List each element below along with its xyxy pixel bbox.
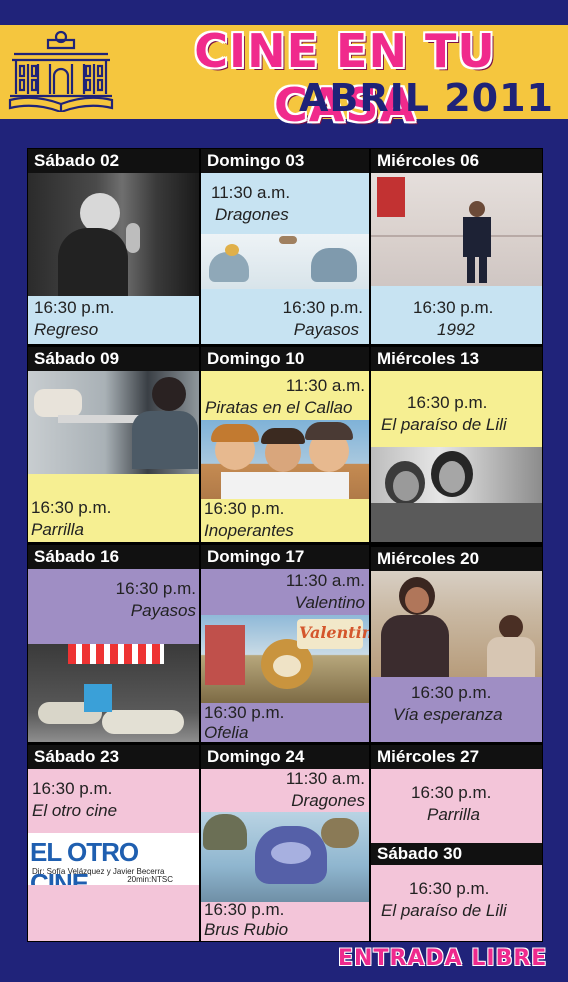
girls-black-white-photo [371, 447, 542, 542]
film-title: Parrilla [427, 805, 480, 824]
day-header: Sábado 02 [28, 149, 199, 173]
screening-time: 16:30 p.m. [204, 703, 285, 722]
screening-block: 16:30 p.m. Parrilla [28, 474, 199, 542]
screening-time: 16:30 p.m. [34, 298, 115, 317]
screening-block: 16:30 p.m. Inoperantes [201, 499, 369, 542]
screening-time-am: 11:30 a.m. [285, 571, 365, 590]
film-title: El paraíso de Lili [381, 415, 507, 434]
schedule-cell-sat-16: Sábado 16 16:30 p.m. Payasos [28, 545, 199, 742]
schoolboy-photo [371, 173, 542, 286]
screening-time-am: 11:30 a.m. [285, 376, 365, 395]
dragon-animation-still [201, 812, 369, 902]
screening-time: 16:30 p.m. [115, 579, 196, 598]
library-building-logo [8, 30, 114, 112]
film-title-am: Dragones [215, 205, 289, 224]
screening-block: 11:30 a.m. Valentino [201, 569, 369, 615]
screening-time: 16:30 p.m. [32, 779, 113, 798]
schedule-cell-sun-17: Domingo 17 11:30 a.m. Valentino Valentin… [201, 545, 369, 742]
film-title: El paraíso de Lili [381, 901, 507, 920]
screening-time: 16:30 p.m. [407, 393, 488, 412]
day-header: Sábado 23 [28, 745, 199, 769]
screening-block: 16:30 p.m. Parrilla [371, 769, 542, 843]
valentino-logo: Valentino [299, 623, 369, 642]
screening-block: 16:30 p.m. El otro cine [28, 769, 199, 833]
film-title: Regreso [34, 320, 99, 339]
screening-block: 16:30 p.m. El paraíso de Lili [371, 371, 542, 447]
screening-block: 11:30 a.m. Dragones [201, 173, 369, 234]
man-at-grill-photo [28, 371, 199, 474]
schedule-cell-wed-13: Miércoles 13 16:30 p.m. El paraíso de Li… [371, 347, 542, 542]
schedule-cell-sun-24: Domingo 24 11:30 a.m. Dragones 16:30 p.m… [201, 745, 369, 941]
screening-time: 16:30 p.m. [204, 900, 285, 919]
schedule-cell-wed-06: Miércoles 06 16:30 p.m. 1992 [371, 149, 542, 344]
screening-block: 16:30 p.m. Ofelia [201, 703, 369, 742]
day-header: Sábado 16 [28, 545, 199, 569]
screening-time-am: 11:30 a.m. [211, 183, 291, 202]
film-title: Ofelia [204, 723, 249, 742]
schedule-cell-sat-09: Sábado 09 16:30 p.m. Parrilla [28, 347, 199, 542]
clown-shoes-photo [28, 644, 199, 742]
screening-time: 16:30 p.m. [411, 783, 492, 802]
film-title: Parrilla [31, 520, 84, 539]
film-title-am: Valentino [294, 593, 365, 612]
film-title: Vía esperanza [393, 705, 503, 724]
screening-block: 16:30 p.m. Vía esperanza [371, 677, 542, 742]
el-otro-cine-card: EL OTRO CINE Dir: Sofía Velázquez y Javi… [28, 833, 199, 898]
screening-time: 16:30 p.m. [409, 879, 490, 898]
page-subtitle: ABRIL 2011 [299, 76, 554, 120]
day-header: Miércoles 27 [371, 745, 542, 769]
day-header: Sábado 09 [28, 347, 199, 371]
film-title: Payasos [130, 601, 196, 620]
film-title-am: Dragones [291, 791, 365, 810]
screening-time: 16:30 p.m. [204, 499, 285, 518]
screening-time-am: 11:30 a.m. [285, 769, 365, 788]
screening-block: 16:30 p.m. El paraíso de Lili [371, 865, 542, 941]
schedule-cell-sat-02: Sábado 02 16:30 p.m. Regreso [28, 149, 199, 344]
schedule-grid: Sábado 02 16:30 p.m. Regreso Domingo 03 … [27, 148, 543, 942]
screening-block: 16:30 p.m. Payasos [28, 569, 199, 644]
day-header: Miércoles 06 [371, 149, 542, 173]
schedule-cell-wed-20: Miércoles 20 16:30 p.m. Vía esperanza [371, 545, 542, 742]
screening-time: 16:30 p.m. [282, 298, 363, 317]
screening-block: 16:30 p.m. Regreso [28, 296, 199, 344]
woman-and-boy-photo [371, 571, 542, 677]
day-header: Miércoles 20 [371, 547, 542, 571]
day-header: Miércoles 13 [371, 347, 542, 371]
screening-time: 16:30 p.m. [31, 498, 112, 517]
card-length: 20min:NTSC [127, 875, 173, 884]
screening-time: 16:30 p.m. [411, 683, 492, 702]
film-title: Brus Rubio [204, 920, 289, 939]
schedule-cell-sun-03: Domingo 03 11:30 a.m. Dragones 16:30 p.m… [201, 149, 369, 344]
film-title: 1992 [437, 320, 475, 339]
screening-block: 16:30 p.m. Brus Rubio [201, 900, 369, 941]
schedule-cell-sat-30: Sábado 30 16:30 p.m. El paraíso de Lili [371, 843, 542, 941]
free-entry-label: ENTRADA LIBRE [338, 946, 548, 971]
film-title: El otro cine [32, 801, 118, 820]
pirates-animation-still [201, 420, 369, 499]
dragons-animation-still [201, 234, 369, 289]
day-header: Domingo 17 [201, 545, 369, 569]
screening-block: 11:30 a.m. Dragones [201, 769, 369, 812]
screening-block: 16:30 p.m. Payasos [201, 289, 369, 344]
schedule-cell-wed-27: Miércoles 27 16:30 p.m. Parrilla [371, 745, 542, 843]
film-title: Inoperantes [204, 521, 294, 540]
schedule-cell-sun-10: Domingo 10 11:30 a.m. Piratas en el Call… [201, 347, 369, 542]
day-header: Domingo 10 [201, 347, 369, 371]
screening-block: 11:30 a.m. Piratas en el Callao [201, 371, 369, 420]
screening-block: 16:30 p.m. 1992 [371, 286, 542, 344]
screening-time: 16:30 p.m. [413, 298, 494, 317]
film-title: Payasos [293, 320, 359, 339]
day-header: Sábado 30 [371, 843, 542, 865]
schedule-cell-sat-23: Sábado 23 16:30 p.m. El otro cine EL OTR… [28, 745, 199, 941]
valentino-dog-animation-still: Valentino [201, 615, 369, 703]
empty-block [28, 885, 199, 941]
day-header: Domingo 03 [201, 149, 369, 173]
boy-with-mask-photo [28, 173, 199, 296]
day-header: Domingo 24 [201, 745, 369, 769]
film-title-am: Piratas en el Callao [205, 398, 353, 417]
